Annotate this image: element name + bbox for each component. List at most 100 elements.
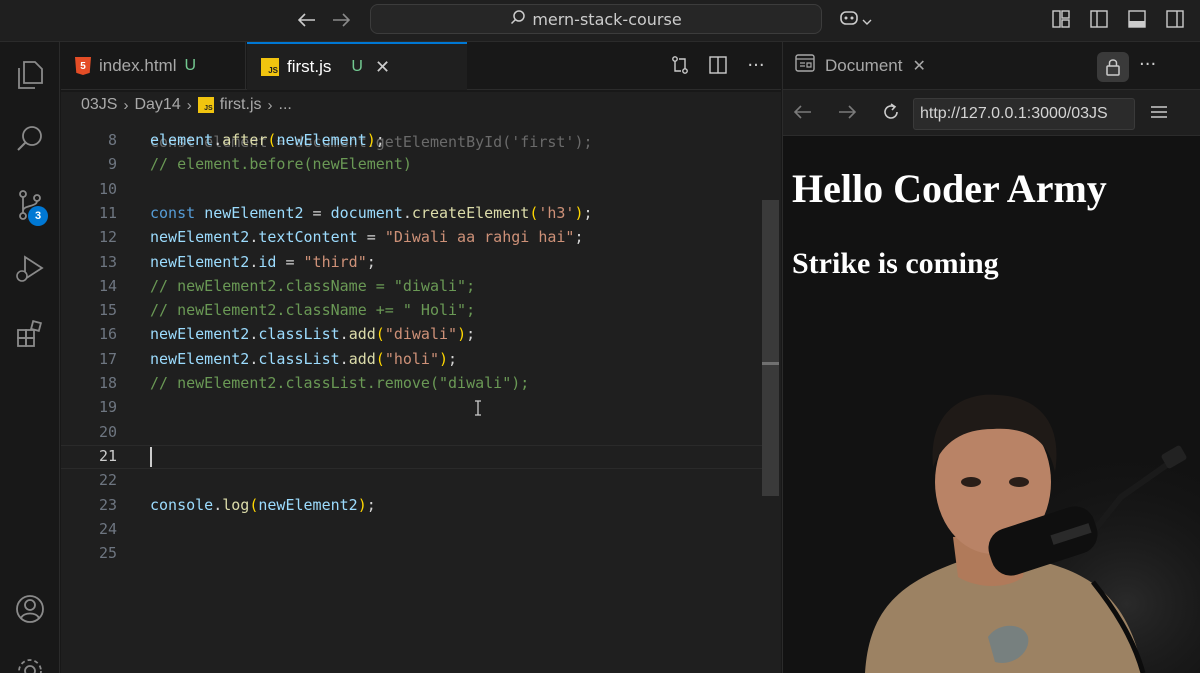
code-text: console.log(newElement2);: [150, 493, 376, 517]
lock-icon[interactable]: [1097, 52, 1129, 82]
source-control-icon[interactable]: [0, 178, 60, 232]
scrollbar-thumb[interactable]: [762, 200, 779, 496]
arrow-left-icon[interactable]: [292, 6, 322, 34]
editor-tab-bar: 5 index.html U JS first.js U ✕ ···: [61, 42, 781, 90]
chevron-right-icon: ›: [267, 96, 273, 114]
tab-index-html[interactable]: 5 index.html U: [61, 42, 246, 90]
extensions-icon[interactable]: [0, 308, 60, 362]
line-number: 12: [98, 228, 117, 247]
line-number: 24: [98, 519, 117, 538]
untracked-indicator: U: [351, 58, 363, 75]
code-token: "holi": [384, 349, 439, 368]
code-text: // newElement2.className += " Holi";: [150, 298, 475, 322]
breadcrumb-folder[interactable]: Day14: [134, 96, 180, 114]
code-token: ;: [366, 495, 376, 514]
html-file-icon: 5: [75, 57, 91, 75]
command-center-search[interactable]: mern-stack-course: [370, 4, 822, 34]
code-line: 10: [61, 177, 761, 201]
line-number: 18: [98, 374, 117, 392]
title-bar: mern-stack-course: [0, 0, 1200, 42]
line-number: 13: [98, 252, 117, 271]
search-text: mern-stack-course: [532, 9, 682, 29]
text-cursor: [150, 447, 152, 467]
code-token: newElement2: [150, 228, 250, 247]
run-debug-icon[interactable]: [0, 242, 60, 296]
code-line: 23 console.log(newElement2);: [61, 493, 761, 517]
close-icon[interactable]: ✕: [912, 56, 925, 76]
code-token: =: [303, 203, 331, 222]
close-icon[interactable]: ✕: [375, 57, 390, 78]
toggle-panel-icon[interactable]: [1124, 6, 1150, 32]
code-token: "third": [303, 252, 367, 271]
code-line: 20: [61, 420, 761, 444]
breadcrumb-folder[interactable]: 03JS: [81, 96, 117, 114]
more-actions-icon[interactable]: ···: [745, 54, 767, 76]
line-number: 23: [98, 495, 117, 514]
search-icon[interactable]: [0, 112, 60, 166]
code-token: newElement2: [150, 349, 250, 368]
code-token: element: [150, 131, 214, 149]
reload-icon[interactable]: [879, 100, 903, 124]
arrow-right-icon[interactable]: [326, 6, 356, 34]
code-text: element.after(newElement);: [150, 128, 385, 152]
line-number: 16: [98, 325, 117, 344]
url-input[interactable]: http://127.0.0.1:3000/03JS: [913, 98, 1135, 130]
back-icon[interactable]: [791, 100, 815, 124]
code-token: ;: [466, 325, 476, 344]
code-token: // newElement2.className += " Holi";: [150, 301, 476, 320]
forward-icon[interactable]: [835, 100, 859, 124]
toggle-secondary-sidebar-icon[interactable]: [1162, 6, 1188, 32]
activity-bar: 3: [0, 42, 60, 673]
settings-icon[interactable]: [0, 644, 60, 673]
copilot-menu[interactable]: [838, 6, 872, 34]
code-token: newElement2: [150, 325, 250, 344]
code-text: newElement2.id = "third";: [150, 250, 376, 274]
more-actions-icon[interactable]: ···: [1139, 54, 1156, 75]
tab-label: first.js: [287, 57, 332, 76]
code-text: // newElement2.classList.remove("diwali"…: [150, 371, 529, 395]
menu-icon[interactable]: [1147, 100, 1171, 124]
code-text: const newElement2 = document.createEleme…: [150, 201, 593, 225]
tab-first-js[interactable]: JS first.js U ✕: [247, 42, 467, 90]
code-line: 24: [61, 517, 761, 541]
code-text: newElement2.textContent = "Diwali aa rah…: [150, 225, 584, 249]
account-icon[interactable]: [0, 582, 60, 636]
code-token: document: [330, 203, 403, 222]
breadcrumb-symbol[interactable]: ...: [279, 96, 292, 114]
code-text: newElement2.classList.add("diwali");: [150, 322, 475, 346]
code-token: classList: [258, 349, 340, 368]
code-token: newElement2: [150, 252, 250, 271]
code-editor[interactable]: const element = document.getElementById(…: [61, 118, 781, 673]
chevron-right-icon: ›: [186, 96, 192, 114]
code-token: (: [375, 325, 385, 344]
open-changes-icon[interactable]: [669, 54, 691, 76]
code-token: .: [213, 131, 223, 149]
code-line: 19: [61, 395, 761, 419]
split-editor-icon[interactable]: [707, 54, 729, 76]
code-token: newElement2: [258, 495, 358, 514]
toggle-primary-sidebar-icon[interactable]: [1086, 6, 1112, 32]
customize-layout-icon[interactable]: [1048, 6, 1074, 32]
tab-document[interactable]: Document ✕: [795, 54, 926, 77]
copilot-icon: [838, 8, 860, 32]
code-token: id: [258, 252, 277, 271]
js-file-icon: JS: [261, 58, 279, 76]
code-line: 25: [61, 541, 761, 565]
code-line: 14 // newElement2.className = "diwali";: [61, 274, 761, 298]
code-line: 21: [61, 444, 761, 468]
source-control-badge: 3: [28, 206, 48, 226]
breadcrumb-file[interactable]: first.js: [220, 96, 262, 114]
code-token: ): [457, 325, 467, 344]
explorer-icon[interactable]: [0, 48, 60, 102]
code-token: ;: [583, 203, 593, 222]
code-token: ;: [366, 252, 376, 271]
browser-tab-bar: Document ✕ ···: [783, 42, 1200, 90]
code-token: (: [375, 349, 385, 368]
code-token: ): [439, 349, 449, 368]
code-token: after: [222, 131, 268, 149]
line-number: 21: [98, 446, 117, 465]
code-token: // element.before(newElement): [150, 155, 412, 174]
line-number: 17: [98, 349, 117, 368]
line-number: 14: [98, 276, 117, 295]
code-token: createElement: [411, 203, 530, 222]
